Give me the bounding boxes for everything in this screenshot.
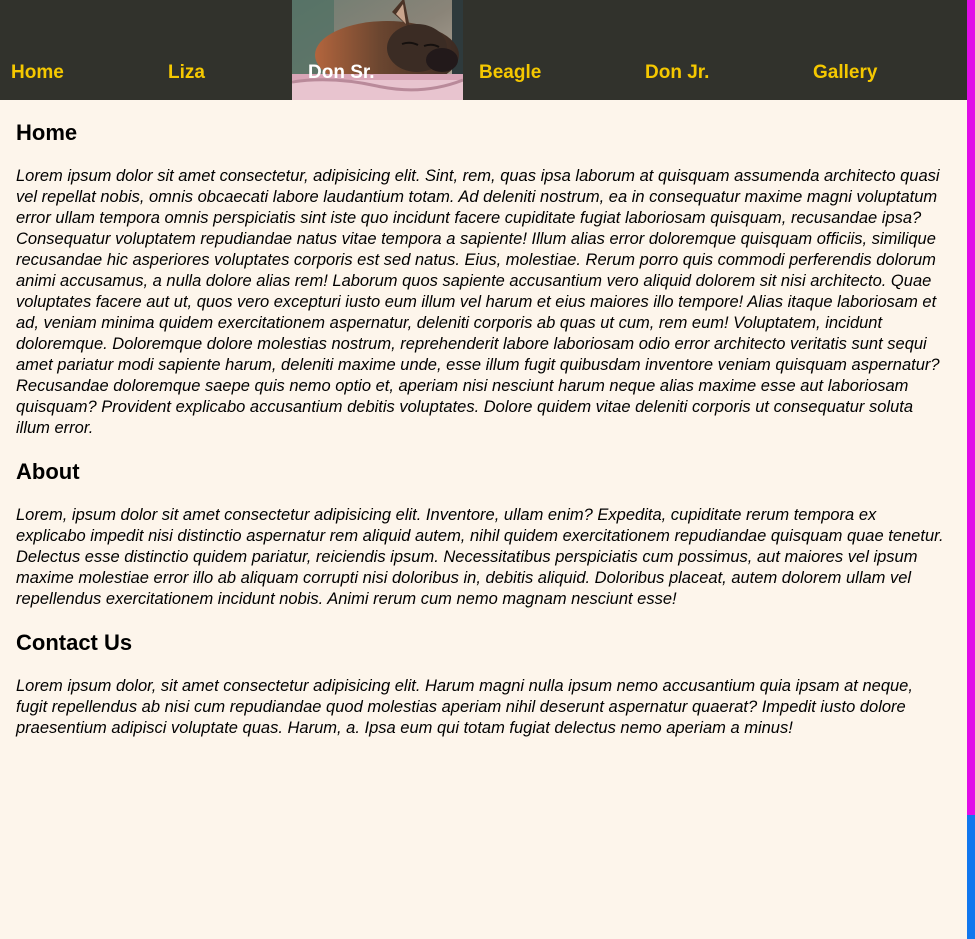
section-title-about: About: [16, 459, 80, 484]
section-about: About Lorem, ipsum dolor sit amet consec…: [16, 459, 948, 610]
nav-item-beagle[interactable]: Beagle: [463, 0, 630, 100]
section-text-about: Lorem, ipsum dolor sit amet consectetur …: [16, 506, 944, 608]
section-title-contact: Contact Us: [16, 630, 133, 655]
main-content: Home Lorem ipsum dolor sit amet consecte…: [16, 100, 948, 739]
section-home: Home Lorem ipsum dolor sit amet consecte…: [16, 120, 948, 439]
dog-photo-image: [292, 0, 463, 100]
section-contact: Contact Us Lorem ipsum dolor, sit amet c…: [16, 630, 948, 739]
nav-label-gallery[interactable]: Gallery: [813, 62, 877, 84]
nav-label-don-sr[interactable]: Don Sr.: [308, 62, 375, 84]
scrollbar-track[interactable]: [967, 0, 975, 939]
section-title-home: Home: [16, 120, 78, 145]
section-text-home: Lorem ipsum dolor sit amet consectetur, …: [16, 167, 940, 437]
nav-item-liza[interactable]: Liza: [150, 0, 292, 100]
scrollbar-thumb[interactable]: [967, 815, 975, 939]
section-text-contact: Lorem ipsum dolor, sit amet consectetur …: [16, 677, 913, 737]
nav-label-beagle[interactable]: Beagle: [479, 62, 541, 84]
nav-label-liza[interactable]: Liza: [168, 62, 205, 84]
nav-item-don-sr[interactable]: Don Sr.: [292, 0, 463, 100]
top-navigation: Home Liza Don Sr. Beagle Don Jr. Gallery: [0, 0, 967, 100]
nav-item-gallery[interactable]: Gallery: [798, 0, 967, 100]
nav-label-home[interactable]: Home: [11, 62, 64, 84]
nav-item-don-jr[interactable]: Don Jr.: [630, 0, 798, 100]
nav-label-don-jr[interactable]: Don Jr.: [645, 62, 709, 84]
nav-item-home[interactable]: Home: [0, 0, 150, 100]
